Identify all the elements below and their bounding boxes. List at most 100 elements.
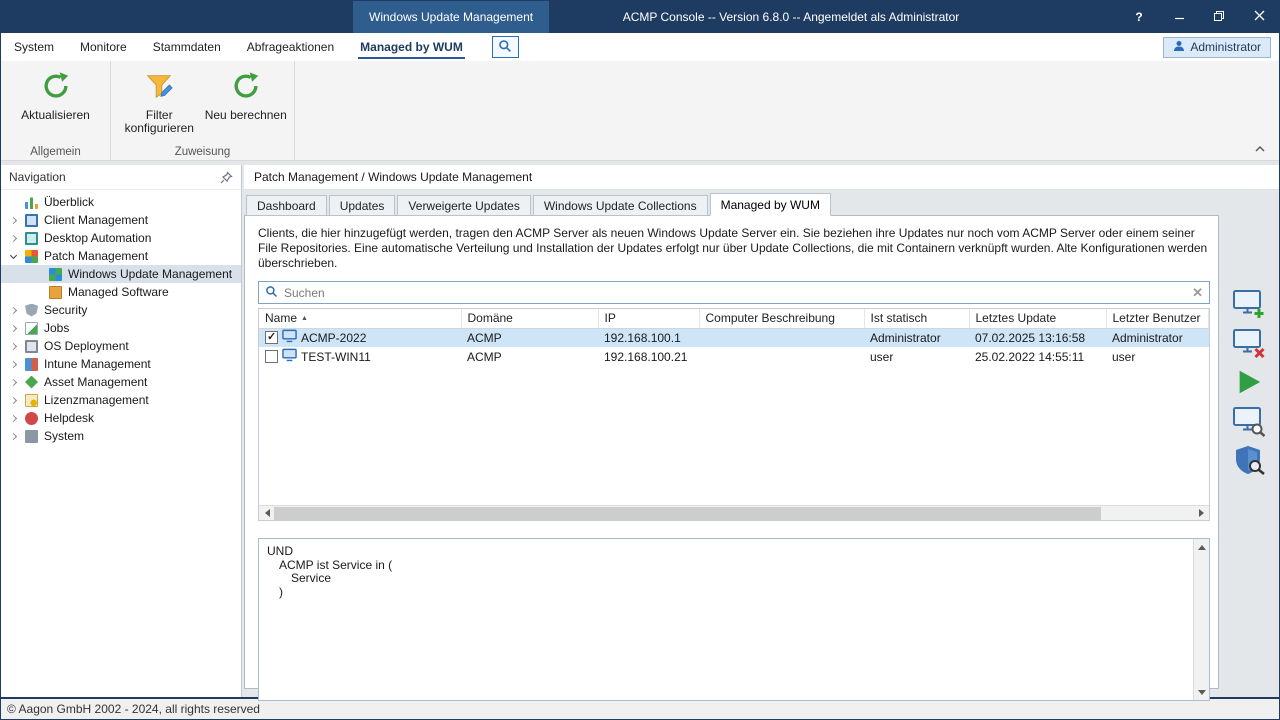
user-badge[interactable]: Administrator [1163,37,1271,58]
nav-item-lizenzmanagement[interactable]: Lizenzmanagement [1,391,241,409]
column-header-beschreibung[interactable]: Computer Beschreibung [699,309,864,328]
column-header-ip[interactable]: IP [598,309,699,328]
tab-windows-update-collections[interactable]: Windows Update Collections [533,195,708,216]
nav-item-asset-management[interactable]: Asset Management [1,373,241,391]
tab-managed-by-wum[interactable]: Managed by WUM [710,193,831,216]
scroll-left-arrow-icon[interactable] [259,506,274,521]
jobs-icon [25,322,38,335]
ribbon-collapse-button[interactable] [1251,142,1269,156]
helpdesk-icon [25,412,38,425]
client-ip: 192.168.100.1 [598,328,699,347]
run-button[interactable] [1232,367,1266,399]
column-header-letzter-benutzer[interactable]: Letzter Benutzer [1106,309,1209,328]
scroll-down-arrow-icon[interactable] [1194,685,1209,700]
nav-item-managed-software[interactable]: Managed Software [1,283,241,301]
menu-system[interactable]: System [1,33,67,61]
nav-item-security[interactable]: Security [1,301,241,319]
nav-item-windows-update-management[interactable]: Windows Update Management [1,265,241,283]
scrollbar-thumb[interactable] [274,507,1101,520]
tab-verweigerte-updates[interactable]: Verweigerte Updates [397,195,530,216]
tab-dashboard[interactable]: Dashboard [246,195,327,216]
refresh-button-label: Aktualisieren [21,109,90,122]
menu-managed-by-wum[interactable]: Managed by WUM [347,33,476,61]
sort-asc-icon: ▲ [301,315,308,322]
search-box: ✕ [258,281,1210,304]
filter-expression-panel[interactable]: UND ACMP ist Service in ( Service ) [258,538,1210,701]
nav-item-client-management[interactable]: Client Management [1,211,241,229]
client-last-update: 07.02.2025 13:16:58 [969,328,1106,347]
minimize-button[interactable] [1159,1,1199,33]
help-button[interactable]: ? [1119,1,1159,33]
column-header-ist-statisch[interactable]: Ist statisch [864,309,969,328]
row-checkbox[interactable] [265,350,278,363]
nav-item-patch-management[interactable]: Patch Management [1,247,241,265]
asset-management-icon [25,376,38,389]
security-icon [25,304,38,317]
nav-item-desktop-automation[interactable]: Desktop Automation [1,229,241,247]
remove-client-button[interactable] [1232,328,1266,360]
vertical-scrollbar[interactable] [1193,539,1209,700]
ribbon-group-allgemein: Aktualisieren Allgemein [1,61,111,160]
row-checkbox[interactable] [265,331,278,344]
restore-icon [1213,10,1225,25]
security-scan-button[interactable] [1232,445,1266,477]
ribbon-group-zuweisung: Filter konfigurieren Neu berechnen Zuwei… [111,61,295,160]
client-search-icon [1232,405,1266,440]
chevron-right-icon [10,378,17,385]
user-badge-label: Administrator [1190,40,1261,54]
filter-line: ACMP ist Service in ( [267,559,1185,573]
filter-icon [144,71,174,104]
nav-item-ueberblick[interactable]: Überblick [1,193,241,211]
chevron-right-icon [10,360,17,367]
filter-configure-button-label: Filter konfigurieren [117,109,202,135]
menu-search-button[interactable] [492,36,519,58]
client-description [699,347,864,366]
pin-icon[interactable] [220,171,233,184]
nav-item-intune-management[interactable]: Intune Management [1,355,241,373]
client-name: ACMP-2022 [301,331,366,345]
column-header-domaene[interactable]: Domäne [461,309,598,328]
horizontal-scrollbar[interactable] [259,505,1209,520]
nav-item-jobs[interactable]: Jobs [1,319,241,337]
table-row-test-win11[interactable]: TEST-WIN11 ACMP 192.168.100.21 user 25.0… [259,347,1209,366]
filter-line: UND [267,545,1185,559]
menu-abfrageaktionen[interactable]: Abfrageaktionen [234,33,347,61]
nav-item-system[interactable]: System [1,427,241,445]
tab-updates[interactable]: Updates [329,195,396,216]
filter-configure-button[interactable]: Filter konfigurieren [117,67,202,142]
client-search-button[interactable] [1232,406,1266,438]
column-header-name[interactable]: Name▲ [259,309,461,328]
scroll-right-arrow-icon[interactable] [1194,506,1209,521]
action-toolbar [1219,215,1279,689]
chevron-right-icon [10,396,17,403]
play-icon [1234,367,1264,400]
restore-button[interactable] [1199,1,1239,33]
table-row-acmp-2022[interactable]: ACMP-2022 ACMP 192.168.100.1 Administrat… [259,328,1209,347]
system-icon [25,430,38,443]
ribbon: Aktualisieren Allgemein Filter konfiguri… [1,61,1279,161]
tab-bar: Dashboard Updates Verweigerte Updates Wi… [244,190,1279,216]
scroll-up-arrow-icon[interactable] [1194,539,1209,554]
navigation-header: Navigation [1,165,241,190]
add-client-button[interactable] [1232,289,1266,321]
refresh-button[interactable]: Aktualisieren [13,67,99,142]
nav-item-helpdesk[interactable]: Helpdesk [1,409,241,427]
titlebar: Windows Update Management ACMP Console -… [1,1,1279,33]
chevron-right-icon [10,306,17,313]
ribbon-group-zuweisung-label: Zuweisung [111,146,294,158]
intune-management-icon [25,358,38,371]
acmp-console-window: Windows Update Management ACMP Console -… [0,0,1280,720]
clear-search-icon[interactable]: ✕ [1192,285,1203,301]
patch-management-icon [25,250,38,263]
menu-monitore[interactable]: Monitore [67,33,140,61]
recalculate-button[interactable]: Neu berechnen [204,67,289,142]
client-description [699,328,864,347]
menu-stammdaten[interactable]: Stammdaten [140,33,234,61]
column-header-letztes-update[interactable]: Letztes Update [969,309,1106,328]
close-button[interactable] [1239,1,1279,33]
recalculate-icon [231,71,261,104]
client-last-update: 25.02.2022 14:55:11 [969,347,1106,366]
search-input[interactable] [284,286,1186,300]
chevron-right-icon [10,414,17,421]
nav-item-os-deployment[interactable]: OS Deployment [1,337,241,355]
